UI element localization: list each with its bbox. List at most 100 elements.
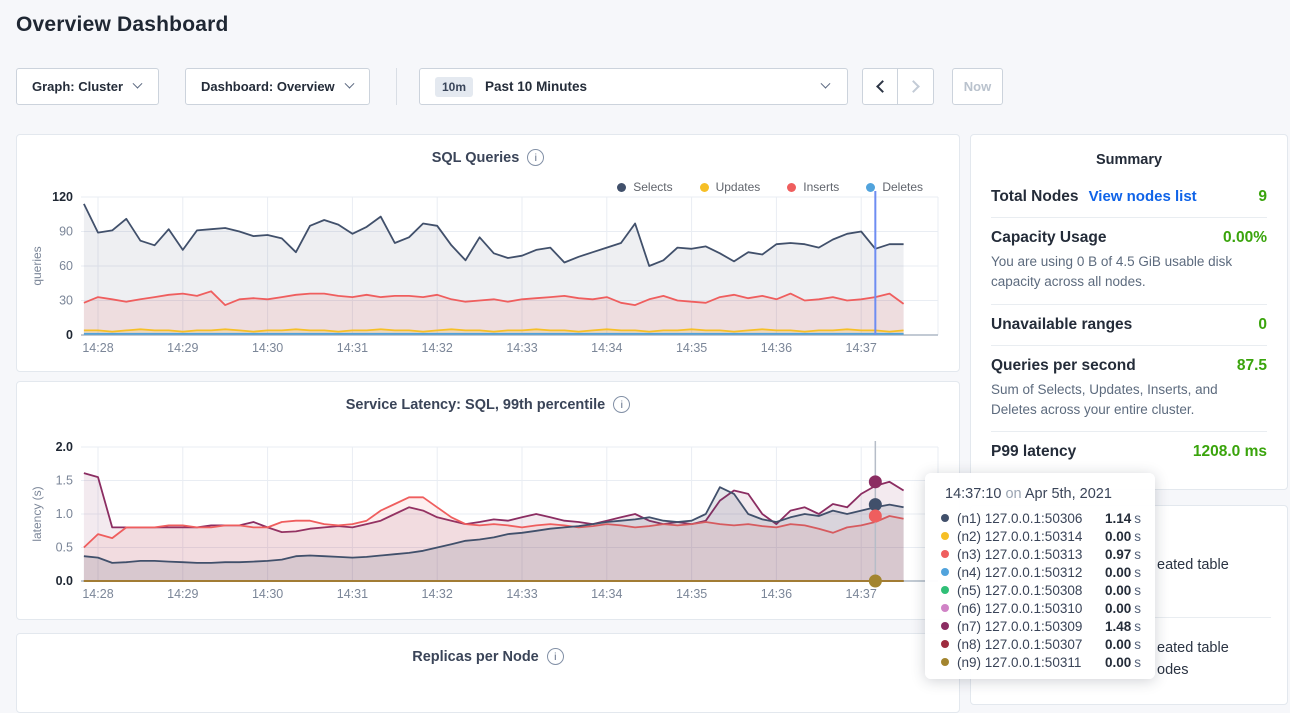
qps-description: Sum of Selects, Updates, Inserts, and De… bbox=[991, 380, 1267, 421]
chevron-down-icon bbox=[821, 79, 831, 89]
svg-text:14:33: 14:33 bbox=[506, 587, 537, 601]
tooltip-row-n4: (n4) 127.0.0.1:50312 0.00s bbox=[939, 563, 1141, 581]
time-range-dropdown[interactable]: 10m Past 10 Minutes bbox=[419, 68, 848, 105]
tooltip-row-n9: (n9) 127.0.0.1:50311 0.00s bbox=[939, 653, 1141, 671]
svg-text:14:34: 14:34 bbox=[591, 341, 622, 355]
view-nodes-list-link[interactable]: View nodes list bbox=[1089, 188, 1197, 205]
svg-text:14:29: 14:29 bbox=[167, 341, 198, 355]
info-icon[interactable]: i bbox=[547, 648, 564, 665]
tooltip-row-n5: (n5) 127.0.0.1:50308 0.00s bbox=[939, 581, 1141, 599]
total-nodes-label: Total Nodes bbox=[991, 188, 1079, 206]
svg-text:14:34: 14:34 bbox=[591, 587, 622, 601]
unavailable-ranges-label: Unavailable ranges bbox=[991, 316, 1132, 334]
chevron-down-icon bbox=[133, 79, 143, 89]
svg-text:14:37: 14:37 bbox=[846, 341, 877, 355]
svg-text:14:31: 14:31 bbox=[337, 587, 368, 601]
node-dot bbox=[941, 568, 949, 576]
now-button[interactable]: Now bbox=[952, 68, 1003, 105]
svg-text:14:29: 14:29 bbox=[167, 587, 198, 601]
page-title: Overview Dashboard bbox=[16, 13, 229, 37]
tooltip-row-n2: (n2) 127.0.0.1:50314 0.00s bbox=[939, 527, 1141, 545]
svg-text:2.0: 2.0 bbox=[56, 440, 73, 454]
svg-text:0: 0 bbox=[66, 328, 73, 342]
node-dot bbox=[941, 586, 949, 594]
capacity-usage-label: Capacity Usage bbox=[991, 229, 1106, 247]
sql-queries-plot[interactable]: 14:28 14:29 14:30 14:31 14:32 14:33 14:34 14:35… bbox=[17, 135, 961, 373]
qps-value: 87.5 bbox=[1237, 357, 1267, 375]
node-dot bbox=[941, 640, 949, 648]
dashboard-dropdown-label: Dashboard: Overview bbox=[201, 79, 335, 94]
svg-text:120: 120 bbox=[52, 190, 73, 204]
svg-text:30: 30 bbox=[59, 294, 73, 308]
node-dot bbox=[941, 622, 949, 630]
svg-text:14:35: 14:35 bbox=[676, 587, 707, 601]
svg-text:14:36: 14:36 bbox=[761, 341, 792, 355]
svg-text:14:30: 14:30 bbox=[252, 587, 283, 601]
summary-row-unavailable-ranges: Unavailable ranges 0 bbox=[991, 304, 1267, 345]
event-row-fragment: eated table bbox=[1157, 557, 1229, 573]
tooltip-row-n1: (n1) 127.0.0.1:50306 1.14s bbox=[939, 509, 1141, 527]
svg-text:queries: queries bbox=[30, 246, 44, 285]
tooltip-row-n3: (n3) 127.0.0.1:50313 0.97s bbox=[939, 545, 1141, 563]
svg-text:1.5: 1.5 bbox=[56, 474, 73, 488]
graph-dropdown-label: Graph: Cluster bbox=[32, 79, 123, 94]
p99-latency-value: 1208.0 ms bbox=[1193, 443, 1267, 461]
node-dot bbox=[941, 604, 949, 612]
chevron-left-icon bbox=[876, 80, 889, 93]
tooltip-row-n7: (n7) 127.0.0.1:50309 1.48s bbox=[939, 617, 1141, 635]
time-range-badge: 10m bbox=[435, 77, 473, 97]
svg-text:latency (s): latency (s) bbox=[30, 486, 44, 541]
qps-label: Queries per second bbox=[991, 357, 1136, 375]
svg-text:14:31: 14:31 bbox=[337, 341, 368, 355]
summary-row-qps: Queries per second 87.5 Sum of Selects, … bbox=[991, 345, 1267, 432]
svg-text:14:28: 14:28 bbox=[82, 587, 113, 601]
svg-text:14:33: 14:33 bbox=[506, 341, 537, 355]
svg-text:90: 90 bbox=[59, 225, 73, 239]
node-dot bbox=[941, 532, 949, 540]
svg-text:14:28: 14:28 bbox=[82, 341, 113, 355]
summary-row-capacity: Capacity Usage 0.00% You are using 0 B o… bbox=[991, 217, 1267, 304]
node-dot bbox=[941, 514, 949, 522]
node-dot bbox=[941, 550, 949, 558]
svg-text:14:30: 14:30 bbox=[252, 341, 283, 355]
capacity-usage-value: 0.00% bbox=[1223, 229, 1267, 247]
svg-text:14:35: 14:35 bbox=[676, 341, 707, 355]
graph-dropdown[interactable]: Graph: Cluster bbox=[16, 68, 159, 105]
sql-queries-card: SQL Queries i Selects Updates Inserts De… bbox=[16, 134, 960, 372]
tooltip-row-n6: (n6) 127.0.0.1:50310 0.00s bbox=[939, 599, 1141, 617]
svg-text:0.5: 0.5 bbox=[56, 541, 73, 555]
node-dot bbox=[941, 658, 949, 666]
svg-text:0.0: 0.0 bbox=[56, 574, 73, 588]
p99-latency-label: P99 latency bbox=[991, 443, 1076, 461]
time-nav-group bbox=[862, 68, 934, 105]
svg-text:60: 60 bbox=[59, 259, 73, 273]
replicas-per-node-card: Replicas per Node i bbox=[16, 633, 960, 713]
time-next-button[interactable] bbox=[898, 68, 934, 105]
event-row-fragment: eated table bbox=[1157, 640, 1229, 656]
chart-hover-tooltip: 14:37:10 on Apr 5th, 2021 (n1) 127.0.0.1… bbox=[925, 473, 1155, 679]
time-range-label: Past 10 Minutes bbox=[485, 79, 587, 94]
summary-panel: Summary Total Nodes View nodes list 9 Ca… bbox=[970, 134, 1288, 490]
chevron-down-icon bbox=[344, 79, 354, 89]
capacity-usage-description: You are using 0 B of 4.5 GiB usable disk… bbox=[991, 252, 1267, 293]
event-row-fragment: odes bbox=[1157, 662, 1188, 678]
toolbar-divider bbox=[396, 68, 397, 105]
time-prev-button[interactable] bbox=[862, 68, 898, 105]
tooltip-timestamp: 14:37:10 on Apr 5th, 2021 bbox=[945, 486, 1141, 502]
service-latency-plot[interactable]: 14:28 14:29 14:30 14:31 14:32 14:33 14:34 14:35… bbox=[17, 382, 961, 621]
total-nodes-value: 9 bbox=[1258, 188, 1267, 206]
summary-row-p99: P99 latency 1208.0 ms bbox=[991, 431, 1267, 472]
svg-text:14:32: 14:32 bbox=[422, 341, 453, 355]
svg-text:14:37: 14:37 bbox=[846, 587, 877, 601]
summary-title: Summary bbox=[971, 135, 1287, 177]
svg-text:14:32: 14:32 bbox=[422, 587, 453, 601]
replicas-per-node-title: Replicas per Node i bbox=[17, 648, 959, 665]
unavailable-ranges-value: 0 bbox=[1258, 316, 1267, 334]
svg-text:14:36: 14:36 bbox=[761, 587, 792, 601]
dashboard-dropdown[interactable]: Dashboard: Overview bbox=[185, 68, 370, 105]
service-latency-card: Service Latency: SQL, 99th percentile i … bbox=[16, 381, 960, 620]
summary-row-total-nodes: Total Nodes View nodes list 9 bbox=[991, 177, 1267, 217]
svg-text:1.0: 1.0 bbox=[56, 507, 73, 521]
chevron-right-icon bbox=[907, 80, 920, 93]
tooltip-row-n8: (n8) 127.0.0.1:50307 0.00s bbox=[939, 635, 1141, 653]
